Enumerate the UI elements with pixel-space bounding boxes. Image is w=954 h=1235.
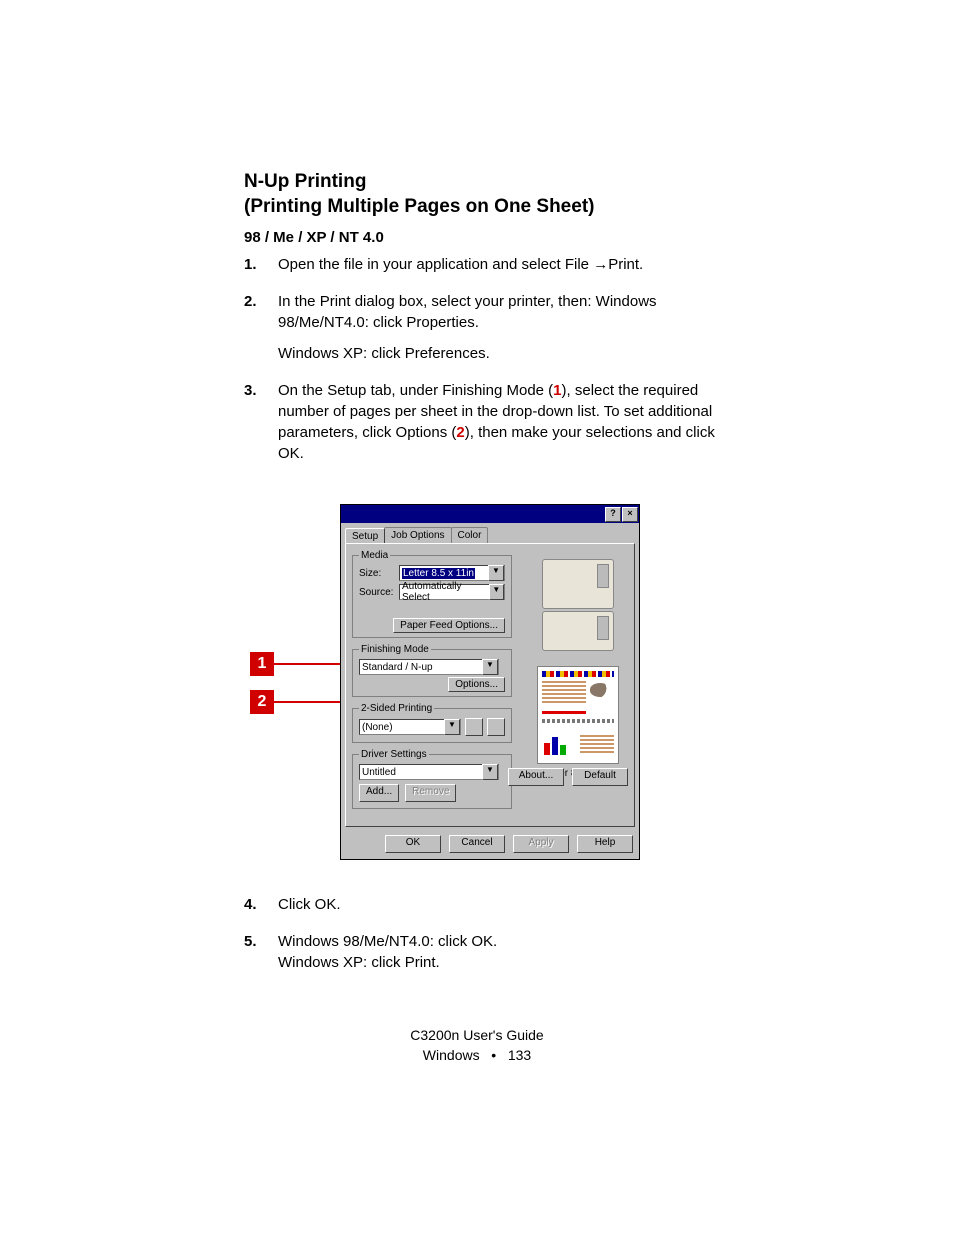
setup-tab-panel: Media Size: Letter 8.5 x 11in ▼ Source: bbox=[345, 543, 635, 827]
step-item: 1.Open the file in your application and … bbox=[244, 254, 724, 285]
duplex-value: (None) bbox=[362, 722, 393, 733]
duplex-legend: 2-Sided Printing bbox=[359, 703, 434, 714]
duplex-icon-button[interactable] bbox=[465, 718, 483, 736]
footer-section: Windows bbox=[423, 1047, 480, 1063]
step-body: Click OK. bbox=[278, 894, 724, 925]
instruction-list: 1.Open the file in your application and … bbox=[244, 254, 724, 474]
dialog-button-row: OK Cancel Apply Help bbox=[341, 831, 639, 859]
source-label: Source: bbox=[359, 587, 399, 598]
chevron-down-icon: ▼ bbox=[444, 719, 460, 735]
step-body: Windows 98/Me/NT4.0: click OK.Windows XP… bbox=[278, 931, 724, 983]
driver-legend: Driver Settings bbox=[359, 749, 429, 760]
footer-guide-title: C3200n User's Guide bbox=[0, 1026, 954, 1046]
source-value: Automatically Select bbox=[402, 581, 489, 603]
cancel-button[interactable]: Cancel bbox=[449, 835, 505, 853]
footer-bullet: • bbox=[491, 1047, 496, 1063]
step-item: 3.On the Setup tab, under Finishing Mode… bbox=[244, 380, 724, 474]
finishing-mode-group: Finishing Mode Standard / N-up ▼ Options… bbox=[352, 644, 512, 697]
duplex-combo[interactable]: (None) ▼ bbox=[359, 719, 461, 735]
footer-page-number: 133 bbox=[508, 1047, 531, 1063]
os-subheading: 98 / Me / XP / NT 4.0 bbox=[244, 229, 724, 246]
finishing-value: Standard / N-up bbox=[362, 662, 433, 673]
print-properties-dialog: ? × SetupJob OptionsColor Media Size: Le… bbox=[340, 504, 640, 860]
step-item: 2.In the Print dialog box, select your p… bbox=[244, 291, 724, 374]
step-item: 4.Click OK. bbox=[244, 894, 724, 925]
chevron-down-icon: ▼ bbox=[489, 584, 504, 600]
page-footer: C3200n User's Guide Windows • 133 bbox=[0, 1026, 954, 1065]
apply-button[interactable]: Apply bbox=[513, 835, 569, 853]
default-button[interactable]: Default bbox=[572, 768, 628, 786]
step-number: 5. bbox=[244, 931, 278, 983]
preview-column: Letter 8.5 x 11in bbox=[528, 550, 628, 779]
driver-add-button[interactable]: Add... bbox=[359, 784, 399, 802]
page-title: N-Up Printing (Printing Multiple Pages o… bbox=[244, 170, 724, 219]
step-body: In the Print dialog box, select your pri… bbox=[278, 291, 724, 374]
tab-strip: SetupJob OptionsColor bbox=[341, 523, 639, 543]
page-preview bbox=[537, 666, 619, 764]
step-number: 1. bbox=[244, 254, 278, 285]
callout-1: 1 bbox=[250, 652, 274, 676]
about-button[interactable]: About... bbox=[508, 768, 564, 786]
media-group: Media Size: Letter 8.5 x 11in ▼ Source: bbox=[352, 550, 512, 638]
printer-illustration bbox=[528, 550, 628, 660]
step-body: On the Setup tab, under Finishing Mode (… bbox=[278, 380, 724, 474]
paper-feed-options-button[interactable]: Paper Feed Options... bbox=[393, 618, 505, 633]
step-item: 5.Windows 98/Me/NT4.0: click OK.Windows … bbox=[244, 931, 724, 983]
step-number: 4. bbox=[244, 894, 278, 925]
finishing-legend: Finishing Mode bbox=[359, 644, 431, 655]
titlebar-close-button[interactable]: × bbox=[622, 507, 638, 522]
ok-button[interactable]: OK bbox=[385, 835, 441, 853]
driver-settings-group: Driver Settings Untitled ▼ Add... Remove bbox=[352, 749, 512, 809]
finishing-options-button[interactable]: Options... bbox=[448, 677, 505, 692]
chevron-down-icon: ▼ bbox=[482, 764, 498, 780]
tab-color[interactable]: Color bbox=[451, 527, 489, 543]
chevron-down-icon: ▼ bbox=[482, 659, 498, 675]
source-combo[interactable]: Automatically Select ▼ bbox=[399, 584, 505, 600]
finishing-mode-combo[interactable]: Standard / N-up ▼ bbox=[359, 659, 499, 675]
duplex-icon-button-2[interactable] bbox=[487, 718, 505, 736]
size-value: Letter 8.5 x 11in bbox=[402, 568, 475, 579]
dialog-figure: 1 2 ? × SetupJob OptionsColor Media Size… bbox=[244, 504, 724, 864]
driver-remove-button[interactable]: Remove bbox=[405, 784, 456, 802]
media-legend: Media bbox=[359, 550, 390, 561]
callout-2: 2 bbox=[250, 690, 274, 714]
step-number: 2. bbox=[244, 291, 278, 374]
instruction-list-continued: 4.Click OK.5.Windows 98/Me/NT4.0: click … bbox=[244, 894, 724, 983]
tab-setup[interactable]: Setup bbox=[345, 528, 385, 544]
size-label: Size: bbox=[359, 568, 399, 579]
step-body: Open the file in your application and se… bbox=[278, 254, 724, 285]
duplex-group: 2-Sided Printing (None) ▼ bbox=[352, 703, 512, 743]
dialog-titlebar: ? × bbox=[341, 505, 639, 523]
step-number: 3. bbox=[244, 380, 278, 474]
driver-value: Untitled bbox=[362, 767, 396, 778]
help-button[interactable]: Help bbox=[577, 835, 633, 853]
tab-job-options[interactable]: Job Options bbox=[384, 527, 451, 543]
titlebar-help-button[interactable]: ? bbox=[605, 507, 621, 522]
driver-settings-combo[interactable]: Untitled ▼ bbox=[359, 764, 499, 780]
size-combo[interactable]: Letter 8.5 x 11in ▼ bbox=[399, 565, 505, 581]
arrow-right-icon: → bbox=[593, 256, 608, 273]
callout-ref: 2 bbox=[456, 424, 464, 441]
callout-ref: 1 bbox=[553, 382, 561, 399]
chevron-down-icon: ▼ bbox=[488, 565, 504, 581]
